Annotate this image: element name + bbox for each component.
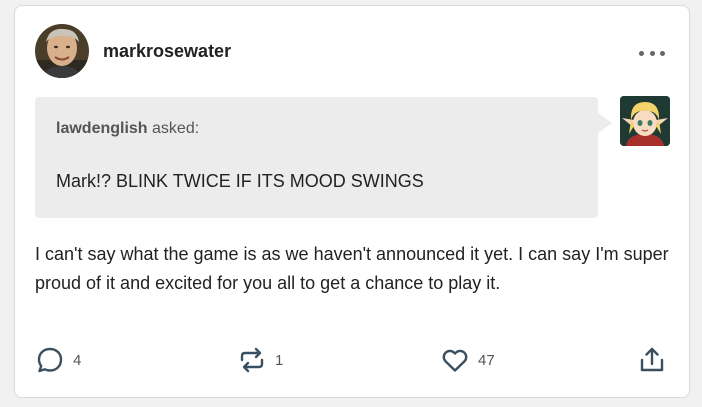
asker-avatar[interactable] — [620, 96, 670, 146]
share-button[interactable] — [637, 340, 667, 380]
heart-icon — [440, 345, 470, 375]
comment-icon — [35, 345, 65, 375]
ask-box: lawdenglish asked: Mark!? BLINK TWICE IF… — [35, 97, 598, 218]
reply-count: 4 — [73, 351, 82, 369]
more-options-icon[interactable] — [639, 46, 665, 60]
like-count: 47 — [478, 351, 495, 369]
reblog-count: 1 — [275, 351, 284, 369]
answer-text: I can't say what the game is as we haven… — [35, 244, 669, 293]
asked-label: asked: — [147, 120, 200, 137]
asker-line: lawdenglish asked: — [56, 120, 199, 138]
author-avatar[interactable] — [35, 24, 89, 78]
asker-name[interactable]: lawdenglish — [56, 120, 148, 137]
post-card: markrosewater lawdenglish asked: Mark!? … — [14, 5, 690, 398]
reblog-icon — [237, 345, 267, 375]
ask-question: Mark!? BLINK TWICE IF ITS MOOD SWINGS — [56, 171, 424, 191]
reply-button[interactable]: 4 — [35, 340, 81, 380]
author-username[interactable]: markrosewater — [103, 41, 231, 62]
reblog-button[interactable]: 1 — [237, 340, 283, 380]
share-icon — [637, 345, 667, 375]
post-actions: 4 1 47 — [15, 340, 689, 380]
ask-box-tail — [598, 113, 612, 133]
like-button[interactable]: 47 — [440, 340, 495, 380]
